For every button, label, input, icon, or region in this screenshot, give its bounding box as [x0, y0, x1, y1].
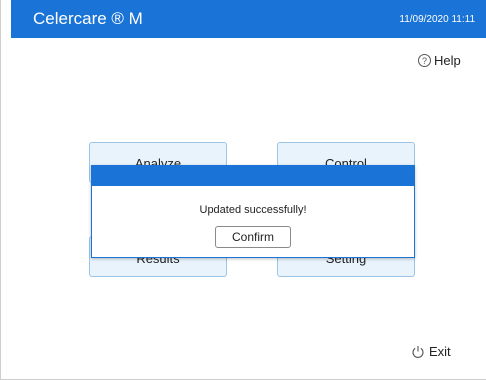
dialog-message: Updated successfully!	[199, 204, 307, 216]
power-icon	[412, 345, 424, 358]
app-window: Celercare ® M 11/09/2020 11:11 ? Help An…	[0, 0, 486, 380]
help-circle-icon: ?	[418, 54, 431, 67]
success-dialog: Updated successfully! Confirm	[91, 165, 415, 258]
exit-button[interactable]: Exit	[411, 344, 451, 359]
app-title: Celercare ® M	[33, 9, 143, 28]
exit-label: Exit	[429, 344, 451, 359]
datetime: 11/09/2020 11:11	[399, 13, 475, 25]
title-bar: Celercare ® M 11/09/2020 11:11	[11, 0, 486, 38]
help-button[interactable]: ? Help	[418, 53, 461, 68]
confirm-button[interactable]: Confirm	[215, 226, 291, 248]
help-label: Help	[434, 53, 461, 68]
dialog-header	[92, 166, 414, 186]
